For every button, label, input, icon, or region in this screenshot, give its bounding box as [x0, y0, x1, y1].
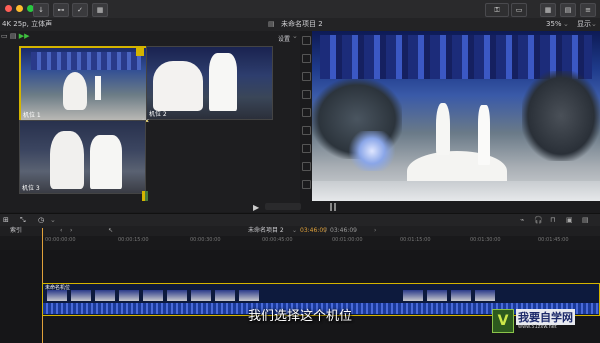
- stage-lights: [31, 52, 141, 70]
- bride-figure: [50, 131, 84, 189]
- clip-thumbnail: [191, 290, 211, 301]
- watermark-emblem: V: [492, 309, 514, 333]
- ruler-tick: 00:00:15:00: [118, 237, 149, 243]
- chevron-down-icon[interactable]: ⌄: [591, 18, 597, 31]
- viewer-project-name: 未命名项目 2: [281, 20, 323, 28]
- background-tasks-button[interactable]: ✓: [72, 3, 88, 17]
- inspector-grid-icon[interactable]: ▦: [540, 3, 556, 17]
- bride-figure: [63, 72, 87, 110]
- watermark-name: 我要自学网: [516, 309, 575, 325]
- settings-menu[interactable]: 设置: [278, 34, 290, 43]
- side-tool-icon[interactable]: [302, 144, 311, 153]
- chevron-down-icon[interactable]: ⌄: [563, 18, 569, 31]
- clip-thumbnail: [95, 290, 115, 301]
- timecode-duration: 03:46:09: [330, 227, 357, 234]
- clip-thumbnail: [475, 290, 495, 301]
- workspace-keys-icon[interactable]: ⚿: [485, 3, 509, 17]
- stage-floor: [312, 181, 600, 201]
- side-tool-icon[interactable]: [302, 126, 311, 135]
- clip-thumbnail: [119, 290, 139, 301]
- angle-2[interactable]: 机位 2: [146, 46, 273, 120]
- side-tool-icon[interactable]: [302, 72, 311, 81]
- side-tool-icon[interactable]: [302, 90, 311, 99]
- watermark-logo: V 我要自学网 www.51zxw.net: [490, 307, 600, 335]
- groom-figure: [209, 53, 237, 111]
- film-icon: ▤: [268, 20, 275, 28]
- keyword-button[interactable]: ⊷: [53, 3, 69, 17]
- view-menu[interactable]: 显示: [577, 18, 591, 31]
- info-bar: 4K 25p, 立体声 ▤ 未命名项目 2 35% ⌄ 显示 ⌄: [0, 18, 600, 31]
- clip-thumbnail: [47, 290, 67, 301]
- close-window-icon[interactable]: [5, 5, 12, 12]
- ruler-tick: 00:01:15:00: [400, 237, 431, 243]
- angle-1-label: 机位 1: [23, 112, 41, 119]
- zoom-menu[interactable]: 35%: [546, 18, 562, 31]
- forward-arrow-icon[interactable]: ›: [70, 226, 72, 236]
- ruler-tick: 00:01:00:00: [332, 237, 363, 243]
- watermark-url: www.51zxw.net: [518, 324, 557, 330]
- format-label: 4K 25p, 立体声: [2, 20, 53, 28]
- flower-decor-right: [522, 71, 600, 161]
- back-arrow-icon[interactable]: ‹: [60, 226, 62, 236]
- audio-meter: [330, 203, 332, 211]
- side-tool-icon[interactable]: [302, 36, 311, 45]
- side-tool-icon[interactable]: [302, 180, 311, 189]
- clip-thumbnail: [167, 290, 187, 301]
- side-tool-icon[interactable]: [302, 108, 311, 117]
- timeline-ruler[interactable]: 00:00:00:00 00:00:15:00 00:00:30:00 00:0…: [0, 236, 600, 250]
- clip-thumbnail: [403, 290, 423, 301]
- layout-icon[interactable]: ▭: [511, 3, 527, 17]
- side-tool-icon[interactable]: [302, 54, 311, 63]
- play-icon[interactable]: ▶: [253, 203, 259, 212]
- select-tool-icon[interactable]: ↖: [108, 226, 113, 236]
- title-bar: ↓ ⊷ ✓ ▦ ⚿ ▭ ▦ ▤ ≡: [0, 0, 600, 19]
- ruler-tick: 00:00:45:00: [262, 237, 293, 243]
- clip-thumbnail: [71, 290, 91, 301]
- inspector-toggle-icon[interactable]: ▤: [560, 3, 576, 17]
- ruler-tick: 00:00:30:00: [190, 237, 221, 243]
- ruler-tick: 00:00:00:00: [45, 237, 76, 243]
- side-tool-icon[interactable]: [302, 162, 311, 171]
- forward-arrow-icon[interactable]: ›: [374, 226, 376, 236]
- minimize-window-icon[interactable]: [16, 5, 23, 12]
- timecode-display[interactable]: [265, 203, 301, 210]
- bride-figure: [153, 61, 203, 111]
- groom-figure: [478, 105, 490, 165]
- import-button[interactable]: ↓: [33, 3, 49, 17]
- clip-thumbnail: [143, 290, 163, 301]
- timeline-project-name: 未命名项目 2: [248, 227, 284, 234]
- clip-thumbnail: [427, 290, 447, 301]
- index-button[interactable]: 索引: [10, 226, 22, 236]
- active-angle-badge: [136, 48, 144, 56]
- angle-1[interactable]: 机位 1: [19, 46, 148, 122]
- angle-viewer-icons[interactable]: ▭ ▤ ▶▶: [1, 32, 61, 42]
- clip-thumbnail: [239, 290, 259, 301]
- angle-viewer: ▭ ▤ ▶▶ 设置 ⌄ 机位 1 机位 2 ✂ 机位 3: [0, 31, 300, 212]
- chevron-down-icon: ⌄: [292, 227, 298, 234]
- ruler-tick: 00:01:45:00: [538, 237, 569, 243]
- timeline-header: 索引 ‹ › ↖ 未命名项目 2 ⌄ 03:46:09 / 03:46:09 ›: [0, 226, 600, 236]
- groom-figure: [95, 76, 101, 100]
- ice-sculpture: [342, 131, 402, 171]
- angle-bank-icon[interactable]: [142, 191, 148, 201]
- clip-thumbnail: [215, 290, 235, 301]
- bride-figure: [436, 103, 450, 155]
- timecode-current: 03:46:09: [300, 227, 327, 234]
- settings-sliders-icon[interactable]: ≡: [580, 3, 596, 17]
- angle-2-label: 机位 2: [149, 111, 167, 118]
- chevron-down-icon: ⌄: [292, 32, 298, 40]
- groom-figure: [90, 135, 122, 189]
- audio-meter: [334, 203, 336, 211]
- main-viewer[interactable]: [312, 31, 600, 201]
- angle-3[interactable]: 机位 3: [19, 120, 146, 194]
- clip-thumbnail: [451, 290, 471, 301]
- angle-3-label: 机位 3: [22, 185, 40, 192]
- share-button[interactable]: ▦: [92, 3, 108, 17]
- ruler-tick: 00:01:30:00: [470, 237, 501, 243]
- timeline-toolbar: ⊞ ⤡ ◷ ⌄ ⌁ 🎧 ⊓ ▣ ▤: [0, 213, 600, 227]
